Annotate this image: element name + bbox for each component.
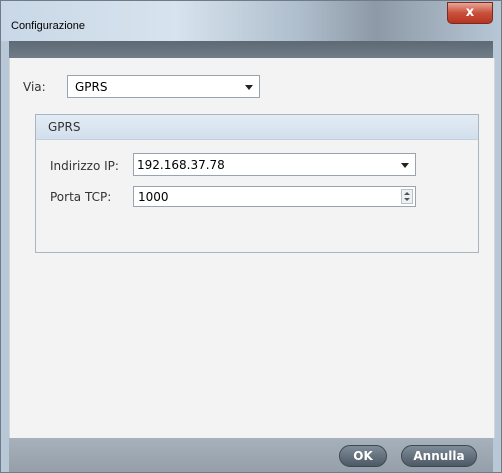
close-button[interactable]: x [447, 2, 493, 24]
spin-buttons[interactable] [401, 189, 413, 204]
close-icon: x [465, 5, 475, 20]
config-dialog: Configurazione x Via: GPRS GPRS Indirizz… [0, 0, 502, 473]
via-select[interactable]: GPRS [67, 75, 260, 98]
gprs-panel-header: GPRS [36, 115, 478, 140]
chevron-down-icon [401, 163, 409, 168]
ip-label: Indirizzo IP: [50, 159, 119, 173]
ip-select[interactable]: 192.168.37.78 [133, 153, 416, 176]
cancel-button[interactable]: Annulla [401, 445, 477, 467]
via-select-value: GPRS [75, 80, 108, 94]
port-label: Porta TCP: [50, 190, 112, 204]
title-bar[interactable]: Configurazione x [1, 1, 501, 41]
window-title: Configurazione [11, 20, 85, 32]
via-label: Via: [23, 80, 46, 94]
dialog-content: Via: GPRS GPRS Indirizzo IP: 192.168.37.… [9, 58, 495, 438]
spin-up-icon[interactable] [404, 192, 410, 195]
gprs-panel: GPRS Indirizzo IP: 192.168.37.78 Porta T… [35, 114, 479, 253]
spin-down-icon[interactable] [404, 198, 410, 201]
port-stepper[interactable]: 1000 [133, 186, 416, 207]
ok-button[interactable]: OK [339, 445, 387, 467]
chevron-down-icon [245, 85, 253, 90]
header-strip [9, 41, 493, 58]
dialog-footer: OK Annulla [9, 438, 493, 472]
gprs-panel-title: GPRS [48, 120, 81, 134]
ip-select-value: 192.168.37.78 [137, 158, 225, 172]
port-value: 1000 [138, 190, 169, 204]
